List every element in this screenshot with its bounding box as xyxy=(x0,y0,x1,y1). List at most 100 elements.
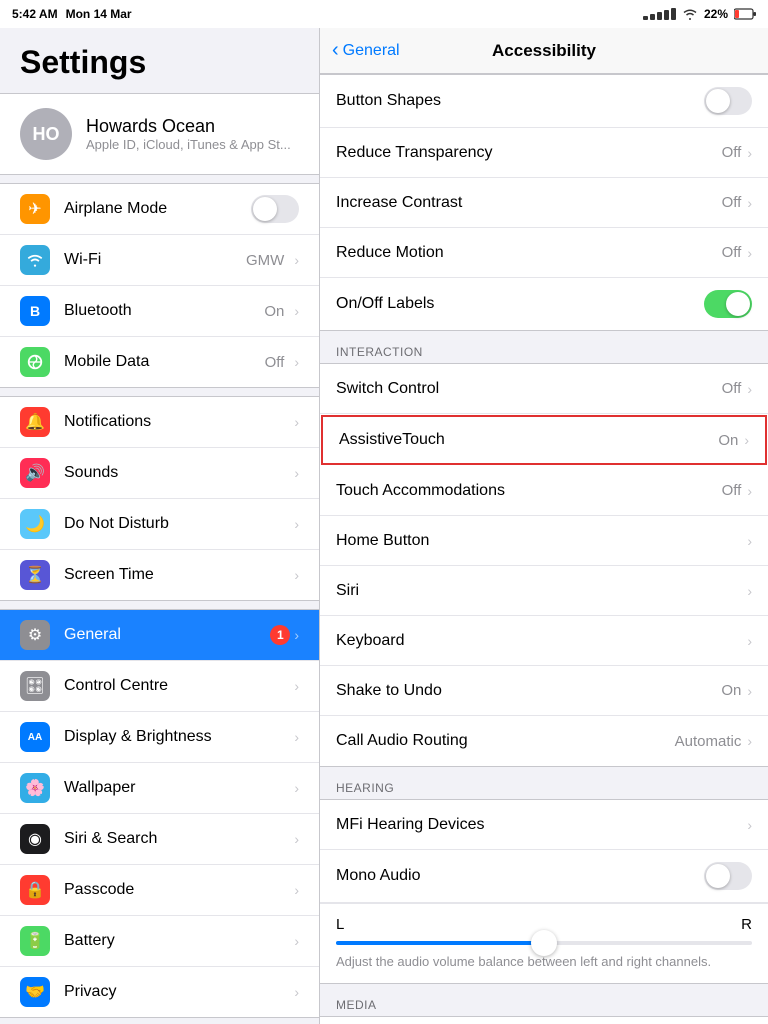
increase-contrast-label: Increase Contrast xyxy=(336,194,722,212)
do-not-disturb-label: Do Not Disturb xyxy=(64,515,290,533)
right-row-mono-audio[interactable]: Mono Audio xyxy=(320,850,768,903)
right-row-home-button[interactable]: Home Button › xyxy=(320,516,768,566)
hearing-group: MFi Hearing Devices › Mono Audio L R Adj… xyxy=(320,799,768,984)
mfi-hearing-chevron: › xyxy=(747,817,752,833)
battery-chevron: › xyxy=(294,933,299,949)
sidebar-item-control-centre[interactable]: 🎛 Control Centre › xyxy=(0,661,319,712)
slider-thumb[interactable] xyxy=(531,930,557,956)
touch-accommodations-chevron: › xyxy=(747,483,752,499)
wallpaper-label: Wallpaper xyxy=(64,779,290,797)
privacy-label: Privacy xyxy=(64,983,290,1001)
sidebar-item-wallpaper[interactable]: 🌸 Wallpaper › xyxy=(0,763,319,814)
notifications-icon: 🔔 xyxy=(20,407,50,437)
call-audio-routing-chevron: › xyxy=(747,733,752,749)
display-brightness-label: Display & Brightness xyxy=(64,728,290,746)
right-row-reduce-motion[interactable]: Reduce Motion Off › xyxy=(320,228,768,278)
keyboard-label: Keyboard xyxy=(336,632,747,650)
keyboard-chevron: › xyxy=(747,633,752,649)
settings-group-display: ⚙ General 1 › 🎛 Control Centre › AA Disp… xyxy=(0,609,319,1018)
shake-to-undo-label: Shake to Undo xyxy=(336,682,721,700)
assistive-touch-label: AssistiveTouch xyxy=(339,431,718,449)
right-row-siri[interactable]: Siri › xyxy=(320,566,768,616)
button-shapes-toggle[interactable] xyxy=(704,87,752,115)
mono-audio-label: Mono Audio xyxy=(336,867,704,885)
sounds-icon: 🔊 xyxy=(20,458,50,488)
sidebar-item-battery[interactable]: 🔋 Battery › xyxy=(0,916,319,967)
sidebar-item-privacy[interactable]: 🤝 Privacy › xyxy=(0,967,319,1017)
touch-accommodations-label: Touch Accommodations xyxy=(336,482,722,500)
sidebar-item-bluetooth[interactable]: B Bluetooth On › xyxy=(0,286,319,337)
mobile-data-chevron: › xyxy=(294,354,299,370)
right-row-shake-to-undo[interactable]: Shake to Undo On › xyxy=(320,666,768,716)
passcode-chevron: › xyxy=(294,882,299,898)
mobile-data-icon xyxy=(20,347,50,377)
onoff-labels-label: On/Off Labels xyxy=(336,295,704,313)
nav-back-button[interactable]: ‹ General xyxy=(332,39,400,62)
bluetooth-icon: B xyxy=(20,296,50,326)
airplane-mode-toggle[interactable] xyxy=(251,195,299,223)
sidebar-title: Settings xyxy=(0,28,319,93)
screen-time-icon: ⏳ xyxy=(20,560,50,590)
right-row-call-audio-routing[interactable]: Call Audio Routing Automatic › xyxy=(320,716,768,766)
privacy-chevron: › xyxy=(294,984,299,1000)
assistive-touch-chevron: › xyxy=(744,432,749,448)
right-row-increase-contrast[interactable]: Increase Contrast Off › xyxy=(320,178,768,228)
nav-title: Accessibility xyxy=(492,41,596,61)
right-row-assistive-touch[interactable]: AssistiveTouch On › xyxy=(321,415,767,465)
assistive-touch-value: On xyxy=(718,432,738,449)
switch-control-chevron: › xyxy=(747,381,752,397)
profile-row[interactable]: HO Howards Ocean Apple ID, iCloud, iTune… xyxy=(0,93,319,175)
slider-right-label: R xyxy=(741,916,752,933)
general-icon: ⚙ xyxy=(20,620,50,650)
sidebar-item-notifications[interactable]: 🔔 Notifications › xyxy=(0,397,319,448)
section-hearing-header: HEARING xyxy=(320,775,768,799)
bluetooth-chevron: › xyxy=(294,303,299,319)
right-row-button-shapes[interactable]: Button Shapes xyxy=(320,75,768,128)
call-audio-routing-value: Automatic xyxy=(675,733,742,750)
interaction-group: Switch Control Off › AssistiveTouch On ›… xyxy=(320,363,768,767)
control-centre-label: Control Centre xyxy=(64,677,290,695)
right-panel: ‹ General Accessibility Button Shapes Re… xyxy=(320,28,768,1024)
wifi-chevron: › xyxy=(294,252,299,268)
sidebar-item-general[interactable]: ⚙ General 1 › xyxy=(0,610,319,661)
shake-to-undo-chevron: › xyxy=(747,683,752,699)
right-row-reduce-transparency[interactable]: Reduce Transparency Off › xyxy=(320,128,768,178)
battery-setting-icon: 🔋 xyxy=(20,926,50,956)
sidebar-item-do-not-disturb[interactable]: 🌙 Do Not Disturb › xyxy=(0,499,319,550)
mobile-data-value: Off xyxy=(265,354,285,371)
siri-chevron: › xyxy=(747,583,752,599)
wifi-label: Wi-Fi xyxy=(64,251,246,269)
sidebar-item-wifi[interactable]: Wi-Fi GMW › xyxy=(0,235,319,286)
right-row-subtitles-captioning[interactable]: Subtitles & Captioning › xyxy=(320,1017,768,1024)
accessibility-top-group: Button Shapes Reduce Transparency Off › … xyxy=(320,74,768,331)
sidebar-item-passcode[interactable]: 🔒 Passcode › xyxy=(0,865,319,916)
siri-search-label: Siri & Search xyxy=(64,830,290,848)
right-row-mfi-hearing[interactable]: MFi Hearing Devices › xyxy=(320,800,768,850)
section-media-header: MEDIA xyxy=(320,992,768,1016)
right-row-onoff-labels[interactable]: On/Off Labels xyxy=(320,278,768,330)
right-row-touch-accommodations[interactable]: Touch Accommodations Off › xyxy=(320,466,768,516)
slider-fill xyxy=(336,941,544,945)
touch-accommodations-value: Off xyxy=(722,482,742,499)
control-centre-chevron: › xyxy=(294,678,299,694)
reduce-motion-label: Reduce Motion xyxy=(336,244,722,262)
mono-audio-toggle[interactable] xyxy=(704,862,752,890)
onoff-labels-toggle[interactable] xyxy=(704,290,752,318)
profile-name: Howards Ocean xyxy=(86,116,291,137)
sidebar-item-siri-search[interactable]: ◉ Siri & Search › xyxy=(0,814,319,865)
right-row-keyboard[interactable]: Keyboard › xyxy=(320,616,768,666)
sidebar-item-airplane-mode[interactable]: ✈ Airplane Mode xyxy=(0,184,319,235)
mfi-hearing-label: MFi Hearing Devices xyxy=(336,816,747,834)
sidebar-item-display-brightness[interactable]: AA Display & Brightness › xyxy=(0,712,319,763)
sidebar-item-sounds[interactable]: 🔊 Sounds › xyxy=(0,448,319,499)
button-shapes-label: Button Shapes xyxy=(336,92,704,110)
back-chevron-icon: ‹ xyxy=(332,39,339,62)
passcode-label: Passcode xyxy=(64,881,290,899)
sidebar-item-screen-time[interactable]: ⏳ Screen Time › xyxy=(0,550,319,600)
wifi-setting-icon xyxy=(20,245,50,275)
sidebar-item-mobile-data[interactable]: Mobile Data Off › xyxy=(0,337,319,387)
siri-label: Siri xyxy=(336,582,747,600)
right-row-switch-control[interactable]: Switch Control Off › xyxy=(320,364,768,414)
notifications-chevron: › xyxy=(294,414,299,430)
display-brightness-icon: AA xyxy=(20,722,50,752)
